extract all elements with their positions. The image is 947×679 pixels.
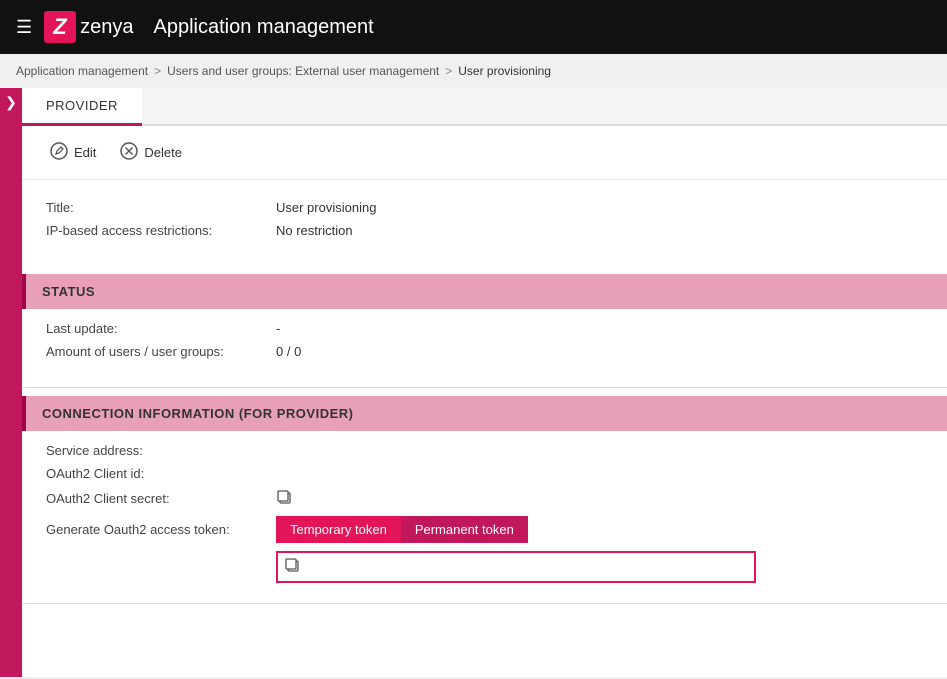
amount-row: Amount of users / user groups: 0 / 0: [46, 344, 923, 359]
tab-bar: PROVIDER: [22, 88, 947, 126]
edit-button[interactable]: Edit: [38, 138, 108, 167]
perm-token-button[interactable]: Permanent token: [401, 516, 528, 543]
ip-label: IP-based access restrictions:: [46, 223, 276, 238]
temp-token-button[interactable]: Temporary token: [276, 516, 401, 543]
breadcrumb-sep-2: >: [445, 64, 452, 78]
token-input-row: [276, 551, 756, 583]
last-update-label: Last update:: [46, 321, 276, 336]
breadcrumb-current: User provisioning: [458, 64, 551, 78]
delete-button[interactable]: Delete: [108, 138, 194, 167]
title-label: Title:: [46, 200, 276, 215]
oauth2-secret-row: OAuth2 Client secret:: [46, 489, 923, 508]
edit-icon: [50, 142, 68, 163]
last-update-row: Last update: -: [46, 321, 923, 336]
sidebar-toggle[interactable]: ❯: [0, 88, 22, 677]
content-area: PROVIDER Edit: [22, 88, 947, 677]
hamburger-icon[interactable]: ☰: [16, 17, 32, 38]
ip-value: No restriction: [276, 223, 353, 238]
tab-provider[interactable]: PROVIDER: [22, 88, 142, 126]
token-copy-icon[interactable]: [284, 557, 300, 577]
app-title: Application management: [154, 16, 374, 39]
status-section: Last update: - Amount of users / user gr…: [22, 309, 947, 383]
token-buttons: Temporary token Permanent token: [276, 516, 528, 543]
amount-label: Amount of users / user groups:: [46, 344, 276, 359]
delete-icon: [120, 142, 138, 163]
edit-label: Edit: [74, 145, 96, 160]
last-update-value: -: [276, 321, 280, 336]
svg-text:Z: Z: [52, 14, 68, 39]
oauth2-secret-label: OAuth2 Client secret:: [46, 491, 276, 506]
status-header: STATUS: [22, 274, 947, 309]
connection-section: Service address: OAuth2 Client id: OAuth…: [22, 431, 947, 599]
logo: Z zenya: [44, 11, 133, 43]
topbar: ☰ Z zenya Application management: [0, 0, 947, 54]
provider-form: Title: User provisioning IP-based access…: [22, 180, 947, 266]
delete-label: Delete: [144, 145, 182, 160]
amount-value: 0 / 0: [276, 344, 301, 359]
oauth2-clientid-label: OAuth2 Client id:: [46, 466, 276, 481]
logo-text: zenya: [80, 16, 133, 39]
divider-2: [22, 603, 947, 604]
divider-1: [22, 387, 947, 388]
breadcrumb-sep-1: >: [154, 64, 161, 78]
sidebar-arrow-icon: ❯: [5, 94, 17, 111]
zenya-logo-icon: Z: [44, 11, 76, 43]
title-value: User provisioning: [276, 200, 376, 215]
oauth2-clientid-row: OAuth2 Client id:: [46, 466, 923, 481]
connection-header: CONNECTION INFORMATION (FOR PROVIDER): [22, 396, 947, 431]
title-row: Title: User provisioning: [46, 200, 923, 215]
toolbar: Edit Delete: [22, 126, 947, 180]
breadcrumb-app-mgmt[interactable]: Application management: [16, 64, 148, 78]
generate-token-row: Generate Oauth2 access token: Temporary …: [46, 516, 923, 543]
ip-row: IP-based access restrictions: No restric…: [46, 223, 923, 238]
oauth2-secret-copy-icon[interactable]: [276, 489, 292, 508]
main-wrapper: ❯ PROVIDER Edit: [0, 88, 947, 677]
token-input-field[interactable]: [306, 560, 748, 575]
generate-token-label: Generate Oauth2 access token:: [46, 522, 276, 537]
service-address-row: Service address:: [46, 443, 923, 458]
breadcrumb-users[interactable]: Users and user groups: External user man…: [167, 64, 439, 78]
service-address-label: Service address:: [46, 443, 276, 458]
breadcrumb: Application management > Users and user …: [0, 54, 947, 88]
